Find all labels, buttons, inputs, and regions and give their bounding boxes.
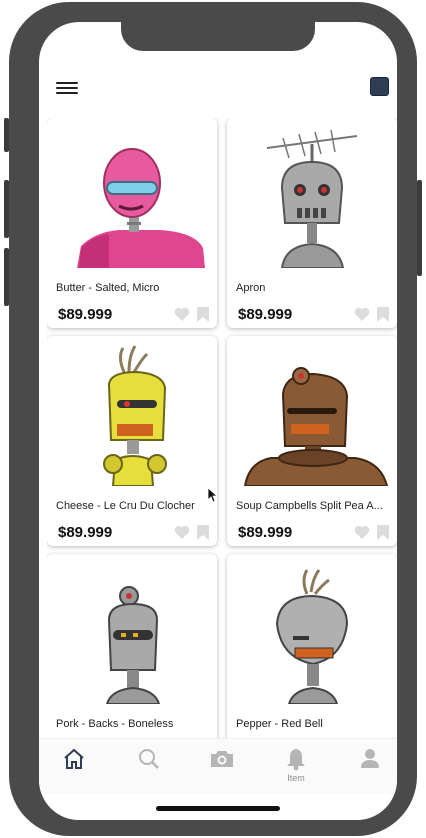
hamburger-menu-icon[interactable] (56, 82, 78, 96)
side-button-volume-down (4, 248, 9, 306)
product-title: Soup Campbells Split Pea A... (236, 500, 383, 512)
product-card[interactable]: Butter - Salted, Micro $89.999 (47, 118, 217, 328)
notch (121, 22, 315, 51)
bookmark-icon[interactable] (197, 525, 209, 540)
pink-robot-image (47, 118, 217, 268)
tab-search[interactable] (129, 747, 169, 787)
home-icon (64, 748, 84, 769)
mouse-cursor-icon (208, 488, 218, 503)
antenna-robot-image (227, 118, 397, 268)
product-price: $89.999 (238, 524, 293, 541)
tab-camera[interactable] (202, 747, 242, 787)
heart-icon[interactable] (174, 307, 190, 321)
brown-robot-image (227, 336, 397, 486)
yellow-robot-image (47, 336, 217, 486)
heart-icon[interactable] (354, 307, 370, 321)
product-title: Butter - Salted, Micro (56, 282, 160, 294)
product-card[interactable]: Cheese - Le Cru Du Clocher $89.999 (47, 336, 217, 546)
bell-icon (287, 749, 305, 771)
bookmark-icon[interactable] (377, 307, 389, 322)
camera-icon (211, 751, 233, 767)
product-price: $89.999 (58, 306, 113, 323)
app-screen: Butter - Salted, Micro $89.999 Apron $89… (39, 22, 397, 820)
bottom-tab-bar: Item (39, 738, 397, 794)
side-button-mute (4, 118, 9, 152)
person-icon (361, 749, 379, 768)
product-title: Pepper - Red Bell (236, 718, 323, 730)
product-title: Cheese - Le Cru Du Clocher (56, 500, 195, 512)
bookmark-icon[interactable] (377, 525, 389, 540)
side-button-volume-up (4, 180, 9, 238)
heart-icon[interactable] (174, 525, 190, 539)
side-button-power (417, 180, 422, 276)
product-grid: Butter - Salted, Micro $89.999 Apron $89… (47, 118, 397, 738)
profile-square-icon[interactable] (370, 77, 389, 96)
search-icon (139, 749, 159, 769)
product-card[interactable]: Pork - Backs - Boneless (47, 554, 217, 738)
product-card[interactable]: Pepper - Red Bell (227, 554, 397, 738)
product-card[interactable]: Apron $89.999 (227, 118, 397, 328)
gray-dome-robot-image (227, 554, 397, 704)
tab-item[interactable]: Item (276, 747, 316, 787)
product-card[interactable]: Soup Campbells Split Pea A... $89.999 (227, 336, 397, 546)
phone-frame: Butter - Salted, Micro $89.999 Apron $89… (4, 2, 422, 836)
home-indicator[interactable] (156, 806, 280, 811)
tab-home[interactable] (54, 747, 94, 787)
product-title: Apron (236, 282, 266, 294)
product-title: Pork - Backs - Boneless (56, 718, 174, 730)
tab-item-label: Item (287, 773, 305, 783)
bookmark-icon[interactable] (197, 307, 209, 322)
product-price: $89.999 (238, 306, 293, 323)
heart-icon[interactable] (354, 525, 370, 539)
product-price: $89.999 (58, 524, 113, 541)
tab-profile[interactable] (350, 747, 390, 787)
gray-robot-image (47, 554, 217, 704)
